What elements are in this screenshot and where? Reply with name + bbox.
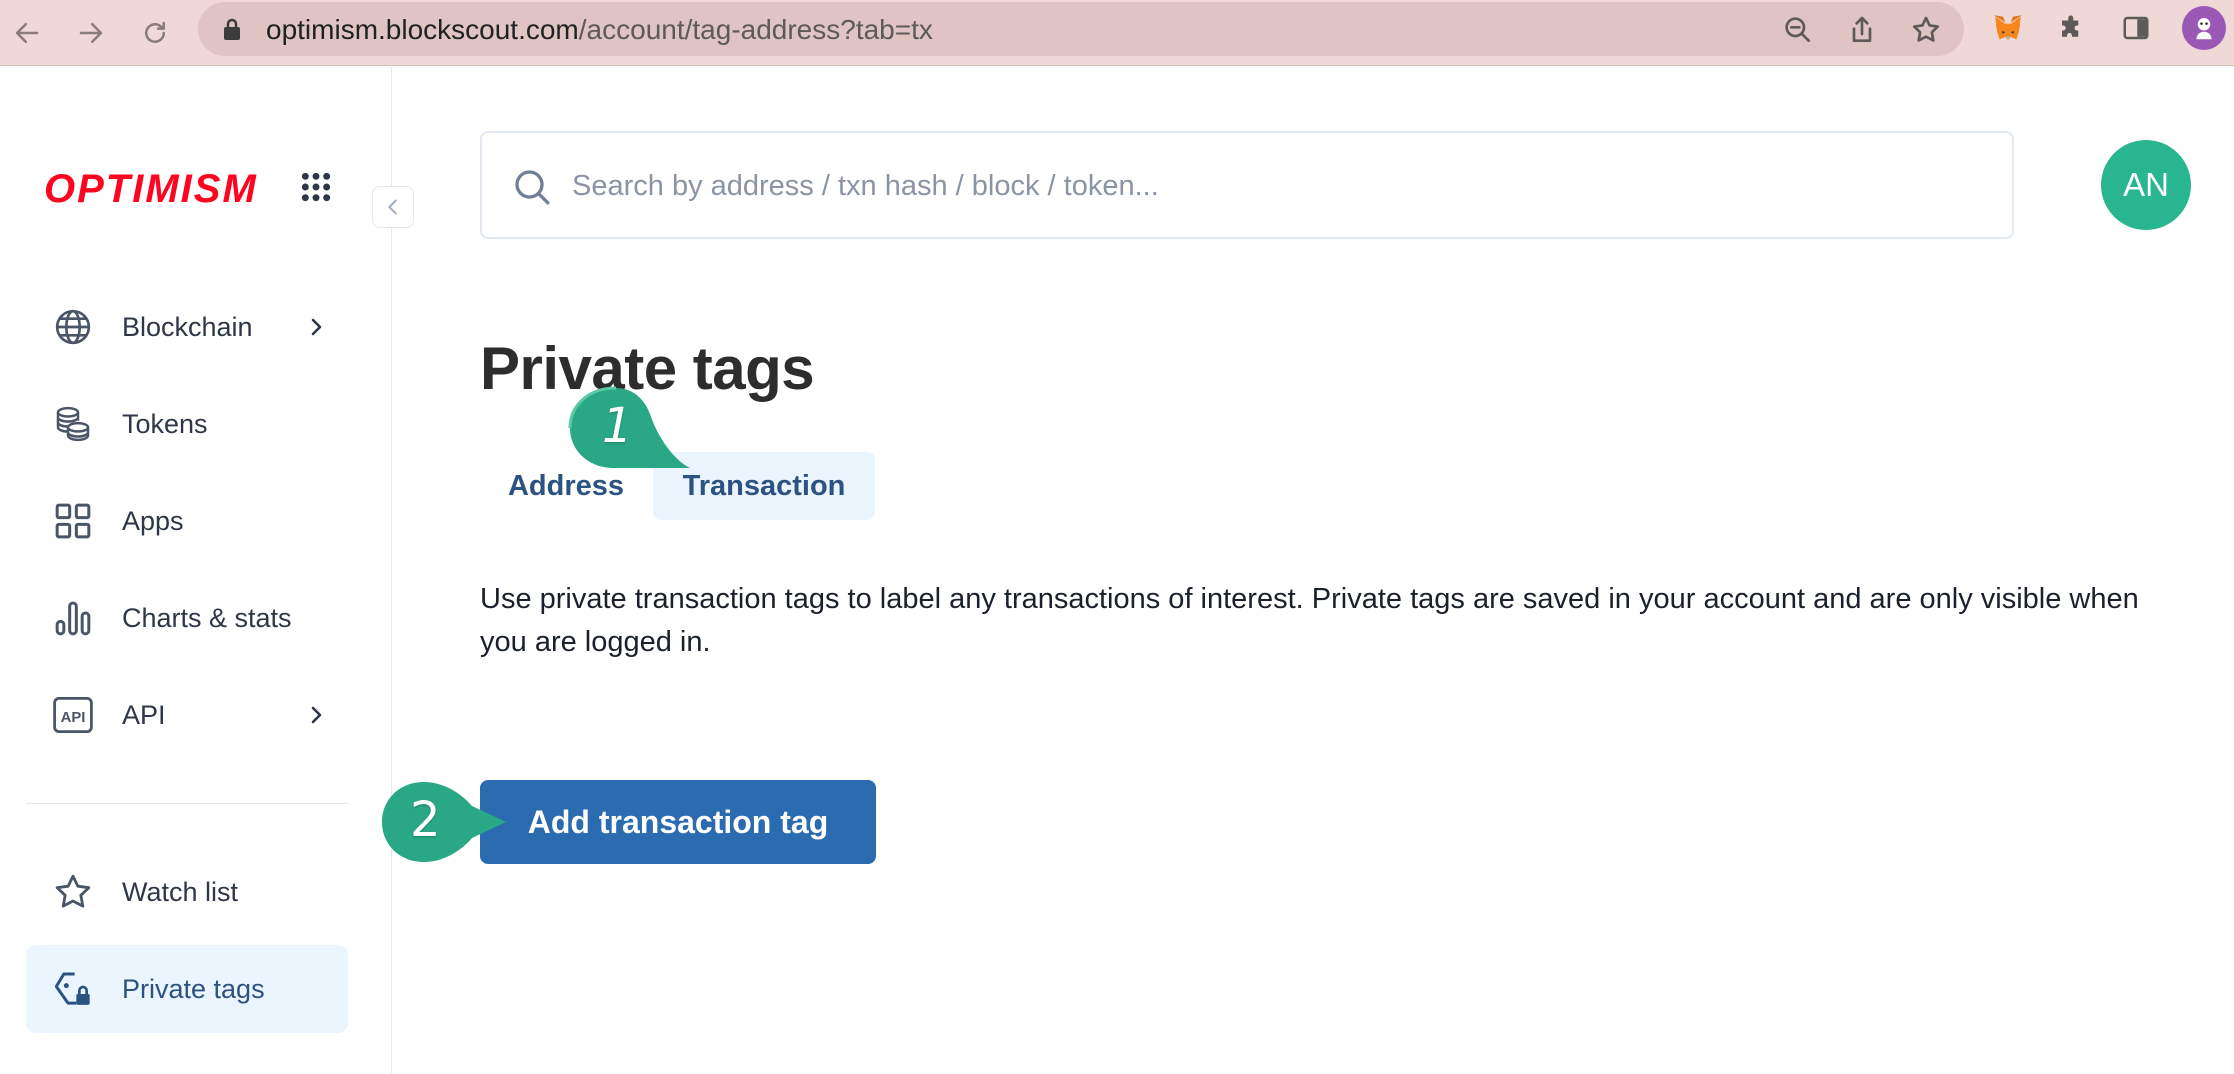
reload-icon[interactable] xyxy=(132,10,178,56)
sidebar-item-label: Watch list xyxy=(122,876,239,907)
user-avatar[interactable]: AN xyxy=(2101,140,2191,230)
api-icon: API xyxy=(52,694,94,736)
tag-lock-icon xyxy=(52,968,94,1010)
star-icon xyxy=(52,871,94,913)
sidebar-item-apps[interactable]: Apps xyxy=(26,477,348,565)
side-panel-icon[interactable] xyxy=(2118,10,2154,46)
chevron-right-icon xyxy=(311,318,322,336)
sidebar-item-tokens[interactable]: Tokens xyxy=(26,380,348,468)
sidebar-item-private-tags[interactable]: Private tags xyxy=(26,945,348,1033)
search-icon xyxy=(515,170,550,205)
svg-text:API: API xyxy=(61,710,86,726)
zoom-out-icon[interactable] xyxy=(1782,14,1814,46)
sidebar-item-api[interactable]: API API xyxy=(26,671,348,759)
url-host: optimism.blockscout.com xyxy=(266,14,579,45)
sidebar-item-label: Tokens xyxy=(122,408,208,439)
sidebar-item-charts-stats[interactable]: Charts & stats xyxy=(26,574,348,662)
add-transaction-tag-button[interactable]: Add transaction tag xyxy=(480,780,876,864)
coins-icon xyxy=(52,403,94,445)
bar-chart-icon xyxy=(52,597,94,639)
share-icon[interactable] xyxy=(1846,14,1878,46)
sidebar: OPTIMISM Blockchain Tokens Apps Charts &… xyxy=(0,67,392,1074)
address-bar[interactable]: optimism.blockscout.com/account/tag-addr… xyxy=(198,2,1964,56)
back-icon[interactable] xyxy=(4,10,50,56)
lock-icon[interactable] xyxy=(220,16,244,42)
search-input[interactable] xyxy=(572,163,1972,209)
sidebar-collapse-button[interactable] xyxy=(372,186,414,228)
globe-icon xyxy=(52,306,94,348)
search-bar[interactable] xyxy=(480,131,2014,239)
sidebar-item-blockchain[interactable]: Blockchain xyxy=(26,283,348,371)
extensions-puzzle-icon[interactable] xyxy=(2054,10,2090,46)
metamask-fox-icon[interactable] xyxy=(1990,10,2026,46)
sidebar-item-label: Charts & stats xyxy=(122,602,292,633)
chevron-right-icon xyxy=(311,706,322,724)
browser-toolbar: optimism.blockscout.com/account/tag-addr… xyxy=(0,0,2234,66)
step-2-callout: 2 xyxy=(380,780,508,864)
step-1-number: 1 xyxy=(602,398,633,454)
sidebar-divider xyxy=(26,803,348,804)
sidebar-item-label: Blockchain xyxy=(122,311,253,342)
bookmark-star-icon[interactable] xyxy=(1910,14,1942,46)
step-2-number: 2 xyxy=(410,792,441,848)
forward-icon[interactable] xyxy=(68,10,114,56)
optimism-logo[interactable]: OPTIMISM xyxy=(44,167,258,212)
sidebar-item-label: API xyxy=(122,699,166,730)
url-path: /account/tag-address?tab=tx xyxy=(578,14,933,45)
sidebar-item-label: Private tags xyxy=(122,973,265,1004)
step-1-callout: 1 xyxy=(568,384,694,476)
chevron-left-icon xyxy=(388,199,397,215)
sidebar-item-label: Apps xyxy=(122,505,184,536)
browser-profile-avatar[interactable] xyxy=(2182,6,2226,50)
apps-grid-icon xyxy=(52,500,94,542)
sidebar-item-watch-list[interactable]: Watch list xyxy=(26,848,348,936)
page-description: Use private transaction tags to label an… xyxy=(480,583,2139,658)
network-menu-grid-icon[interactable] xyxy=(300,171,332,203)
url-text[interactable]: optimism.blockscout.com/account/tag-addr… xyxy=(266,14,933,46)
